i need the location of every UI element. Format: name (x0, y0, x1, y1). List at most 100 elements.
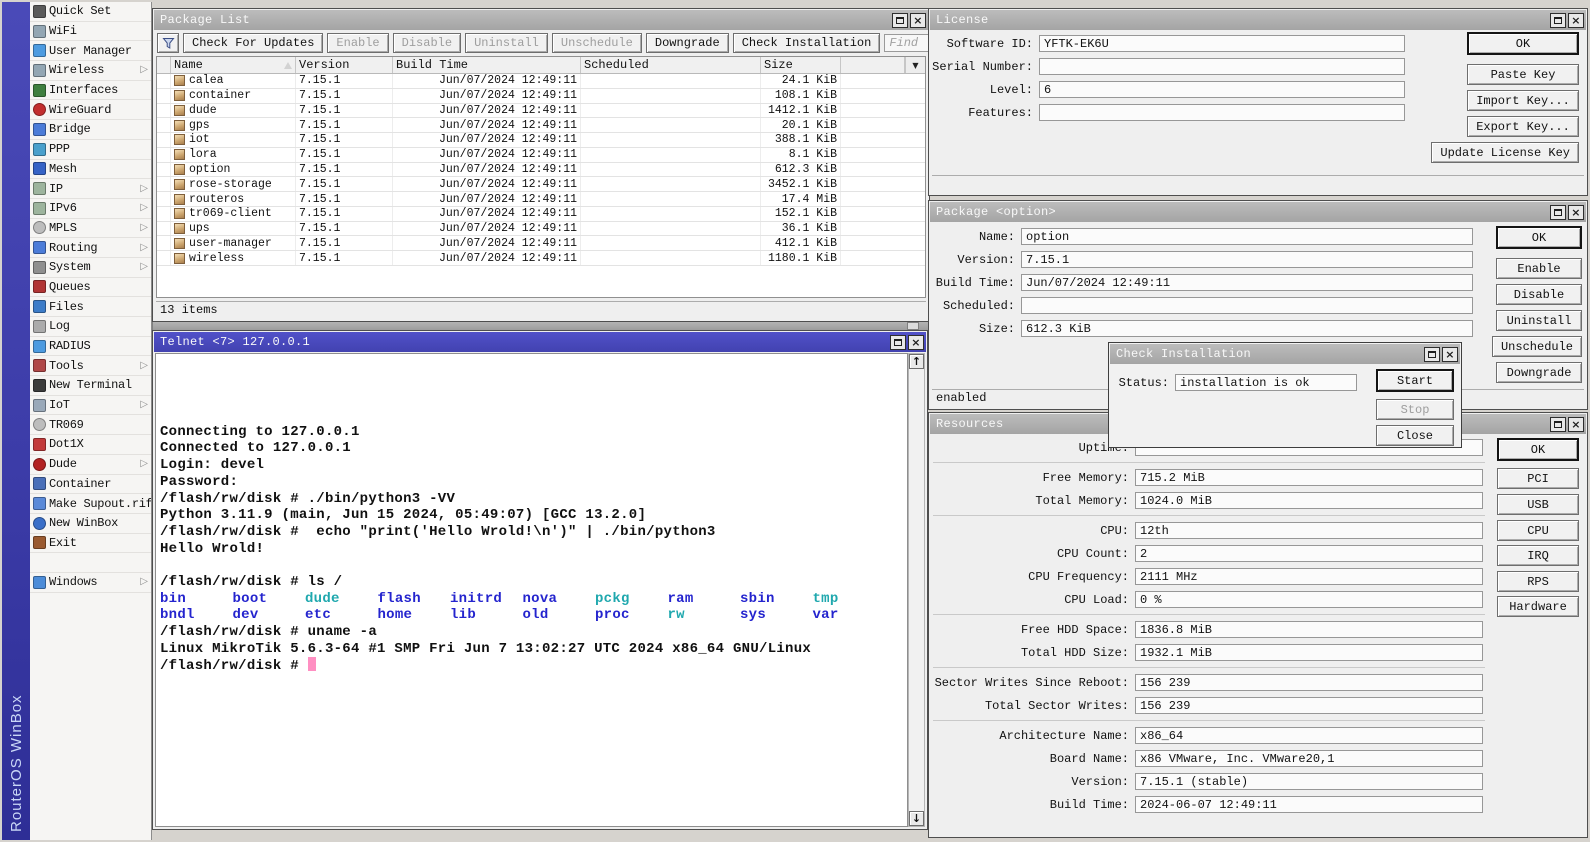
resources-cpu-frequency-field[interactable]: 2111 MHz (1135, 568, 1483, 585)
unschedule-button[interactable]: Unschedule (552, 33, 642, 53)
close-icon[interactable]: × (1568, 417, 1584, 432)
sidebar-item-wireless[interactable]: Wireless▷ (30, 61, 151, 81)
resources-cpu-field[interactable]: 12th (1135, 522, 1483, 539)
sidebar-item-dude[interactable]: Dude▷ (30, 455, 151, 475)
table-row[interactable]: rose-storage7.15.1Jun/07/2024 12:49:1134… (157, 177, 925, 192)
update-license-key-button[interactable]: Update License Key (1431, 142, 1579, 163)
export-key-button[interactable]: Export Key... (1467, 116, 1579, 137)
sidebar-item-tr069[interactable]: TR069 (30, 415, 151, 435)
filter-icon[interactable] (157, 33, 179, 53)
table-row[interactable]: routeros7.15.1Jun/07/2024 12:49:1117.4 M… (157, 192, 925, 207)
resources-total-hdd-size-field[interactable]: 1932.1 MiB (1135, 644, 1483, 661)
pci-button[interactable]: PCI (1497, 468, 1579, 489)
sidebar-item-container[interactable]: Container (30, 475, 151, 495)
sidebar-item-mpls[interactable]: MPLS▷ (30, 219, 151, 239)
license-features-field[interactable] (1039, 104, 1405, 121)
sidebar-item-tools[interactable]: Tools▷ (30, 356, 151, 376)
paste-key-button[interactable]: Paste Key (1467, 64, 1579, 85)
column-header-build-time[interactable]: Build Time (393, 57, 581, 73)
resources-free-hdd-space-field[interactable]: 1836.8 MiB (1135, 621, 1483, 638)
import-key-button[interactable]: Import Key... (1467, 90, 1579, 111)
sidebar-item-queues[interactable]: Queues (30, 278, 151, 298)
column-header-name[interactable]: Name (171, 57, 296, 73)
sidebar-item-ppp[interactable]: PPP (30, 140, 151, 160)
usb-button[interactable]: USB (1497, 494, 1579, 515)
sidebar-item-routing[interactable]: Routing▷ (30, 238, 151, 258)
sidebar-item-wifi[interactable]: WiFi (30, 22, 151, 42)
telnet-titlebar[interactable]: Telnet <7> 127.0.0.1 × (154, 332, 926, 352)
sidebar-item-new-terminal[interactable]: New Terminal (30, 376, 151, 396)
rps-button[interactable]: RPS (1497, 571, 1579, 592)
sidebar-item-ipv6[interactable]: IPv6▷ (30, 199, 151, 219)
package-scheduled-field[interactable] (1021, 297, 1473, 314)
enable-button[interactable]: Enable (327, 33, 388, 53)
sidebar-item-user-manager[interactable]: User Manager (30, 41, 151, 61)
terminal-output[interactable]: Connecting to 127.0.0.1Connected to 127.… (155, 353, 908, 827)
sidebar-item-exit[interactable]: Exit (30, 534, 151, 554)
downgrade-button[interactable]: Downgrade (646, 33, 729, 53)
start-button[interactable]: Start (1376, 369, 1454, 392)
sidebar-item-log[interactable]: Log (30, 317, 151, 337)
resources-total-memory-field[interactable]: 1024.0 MiB (1135, 492, 1483, 509)
resources-sector-writes-since-reboot-field[interactable]: 156 239 (1135, 674, 1483, 691)
column-header-version[interactable]: Version (296, 57, 393, 73)
sidebar-item-new-winbox[interactable]: New WinBox (30, 514, 151, 534)
resources-build-time-field[interactable]: 2024-06-07 12:49:11 (1135, 796, 1483, 813)
ok-button[interactable]: OK (1496, 226, 1582, 249)
sidebar-item-wireguard[interactable]: WireGuard (30, 100, 151, 120)
table-row[interactable]: wireless7.15.1Jun/07/2024 12:49:111180.1… (157, 251, 925, 266)
sidebar-item-ip[interactable]: IP▷ (30, 179, 151, 199)
enable-button[interactable]: Enable (1496, 258, 1582, 279)
sidebar-item-make-supout-rif[interactable]: Make Supout.rif (30, 494, 151, 514)
column-header-size[interactable]: Size (761, 57, 841, 73)
uninstall-button[interactable]: Uninstall (1496, 310, 1582, 331)
close-icon[interactable]: × (910, 13, 926, 28)
downgrade-button[interactable]: Downgrade (1496, 362, 1582, 383)
package-option-titlebar[interactable]: Package <option> × (930, 202, 1586, 222)
table-row[interactable]: iot7.15.1Jun/07/2024 12:49:11388.1 KiB (157, 133, 925, 148)
resources-architecture-name-field[interactable]: x86_64 (1135, 727, 1483, 744)
table-row[interactable]: tr069-client7.15.1Jun/07/2024 12:49:1115… (157, 207, 925, 222)
table-row[interactable]: lora7.15.1Jun/07/2024 12:49:118.1 KiB (157, 148, 925, 163)
table-row[interactable]: ups7.15.1Jun/07/2024 12:49:1136.1 KiB (157, 222, 925, 237)
table-row[interactable]: option7.15.1Jun/07/2024 12:49:11612.3 Ki… (157, 163, 925, 178)
table-row[interactable]: dude7.15.1Jun/07/2024 12:49:111412.1 KiB (157, 104, 925, 119)
ok-button[interactable]: OK (1497, 438, 1579, 461)
maximize-icon[interactable] (892, 13, 908, 28)
sidebar-item-interfaces[interactable]: Interfaces (30, 81, 151, 101)
sidebar-item-radius[interactable]: RADIUS (30, 337, 151, 357)
irq-button[interactable]: IRQ (1497, 545, 1579, 566)
check-installation-button[interactable]: Check Installation (733, 33, 881, 53)
table-row[interactable]: gps7.15.1Jun/07/2024 12:49:1120.1 KiB (157, 118, 925, 133)
sidebar-item-mesh[interactable]: Mesh (30, 160, 151, 180)
license-serial-number-field[interactable] (1039, 58, 1405, 75)
maximize-icon[interactable] (1424, 347, 1440, 362)
resources-free-memory-field[interactable]: 715.2 MiB (1135, 469, 1483, 486)
sidebar-item-system[interactable]: System▷ (30, 258, 151, 278)
sidebar-item-dot1x[interactable]: Dot1X (30, 435, 151, 455)
column-select-icon[interactable]: ▼ (905, 57, 925, 73)
resources-cpu-load-field[interactable]: 0 % (1135, 591, 1483, 608)
close-icon[interactable]: × (1568, 205, 1584, 220)
scroll-down-icon[interactable]: ↓ (909, 811, 924, 826)
table-row[interactable]: user-manager7.15.1Jun/07/2024 12:49:1141… (157, 236, 925, 251)
resources-cpu-count-field[interactable]: 2 (1135, 545, 1483, 562)
scroll-up-icon[interactable]: ↑ (909, 354, 924, 369)
maximize-icon[interactable] (1550, 417, 1566, 432)
column-header-scheduled[interactable]: Scheduled (581, 57, 761, 73)
sidebar-item-iot[interactable]: IoT▷ (30, 396, 151, 416)
sidebar-item-files[interactable]: Files (30, 297, 151, 317)
sidebar-item-quick-set[interactable]: Quick Set (30, 2, 151, 22)
close-icon[interactable]: × (1442, 347, 1458, 362)
cpu-button[interactable]: CPU (1497, 520, 1579, 541)
check-installation-titlebar[interactable]: Check Installation × (1110, 344, 1460, 364)
package-list-titlebar[interactable]: Package List × (154, 10, 928, 30)
package-size-field[interactable]: 612.3 KiB (1021, 320, 1473, 337)
disable-button[interactable]: Disable (393, 33, 461, 53)
package-version-field[interactable]: 7.15.1 (1021, 251, 1473, 268)
maximize-icon[interactable] (1550, 13, 1566, 28)
maximize-icon[interactable] (890, 335, 906, 350)
resources-version-field[interactable]: 7.15.1 (stable) (1135, 773, 1483, 790)
table-row[interactable]: calea7.15.1Jun/07/2024 12:49:1124.1 KiB (157, 74, 925, 89)
ok-button[interactable]: OK (1467, 32, 1579, 55)
